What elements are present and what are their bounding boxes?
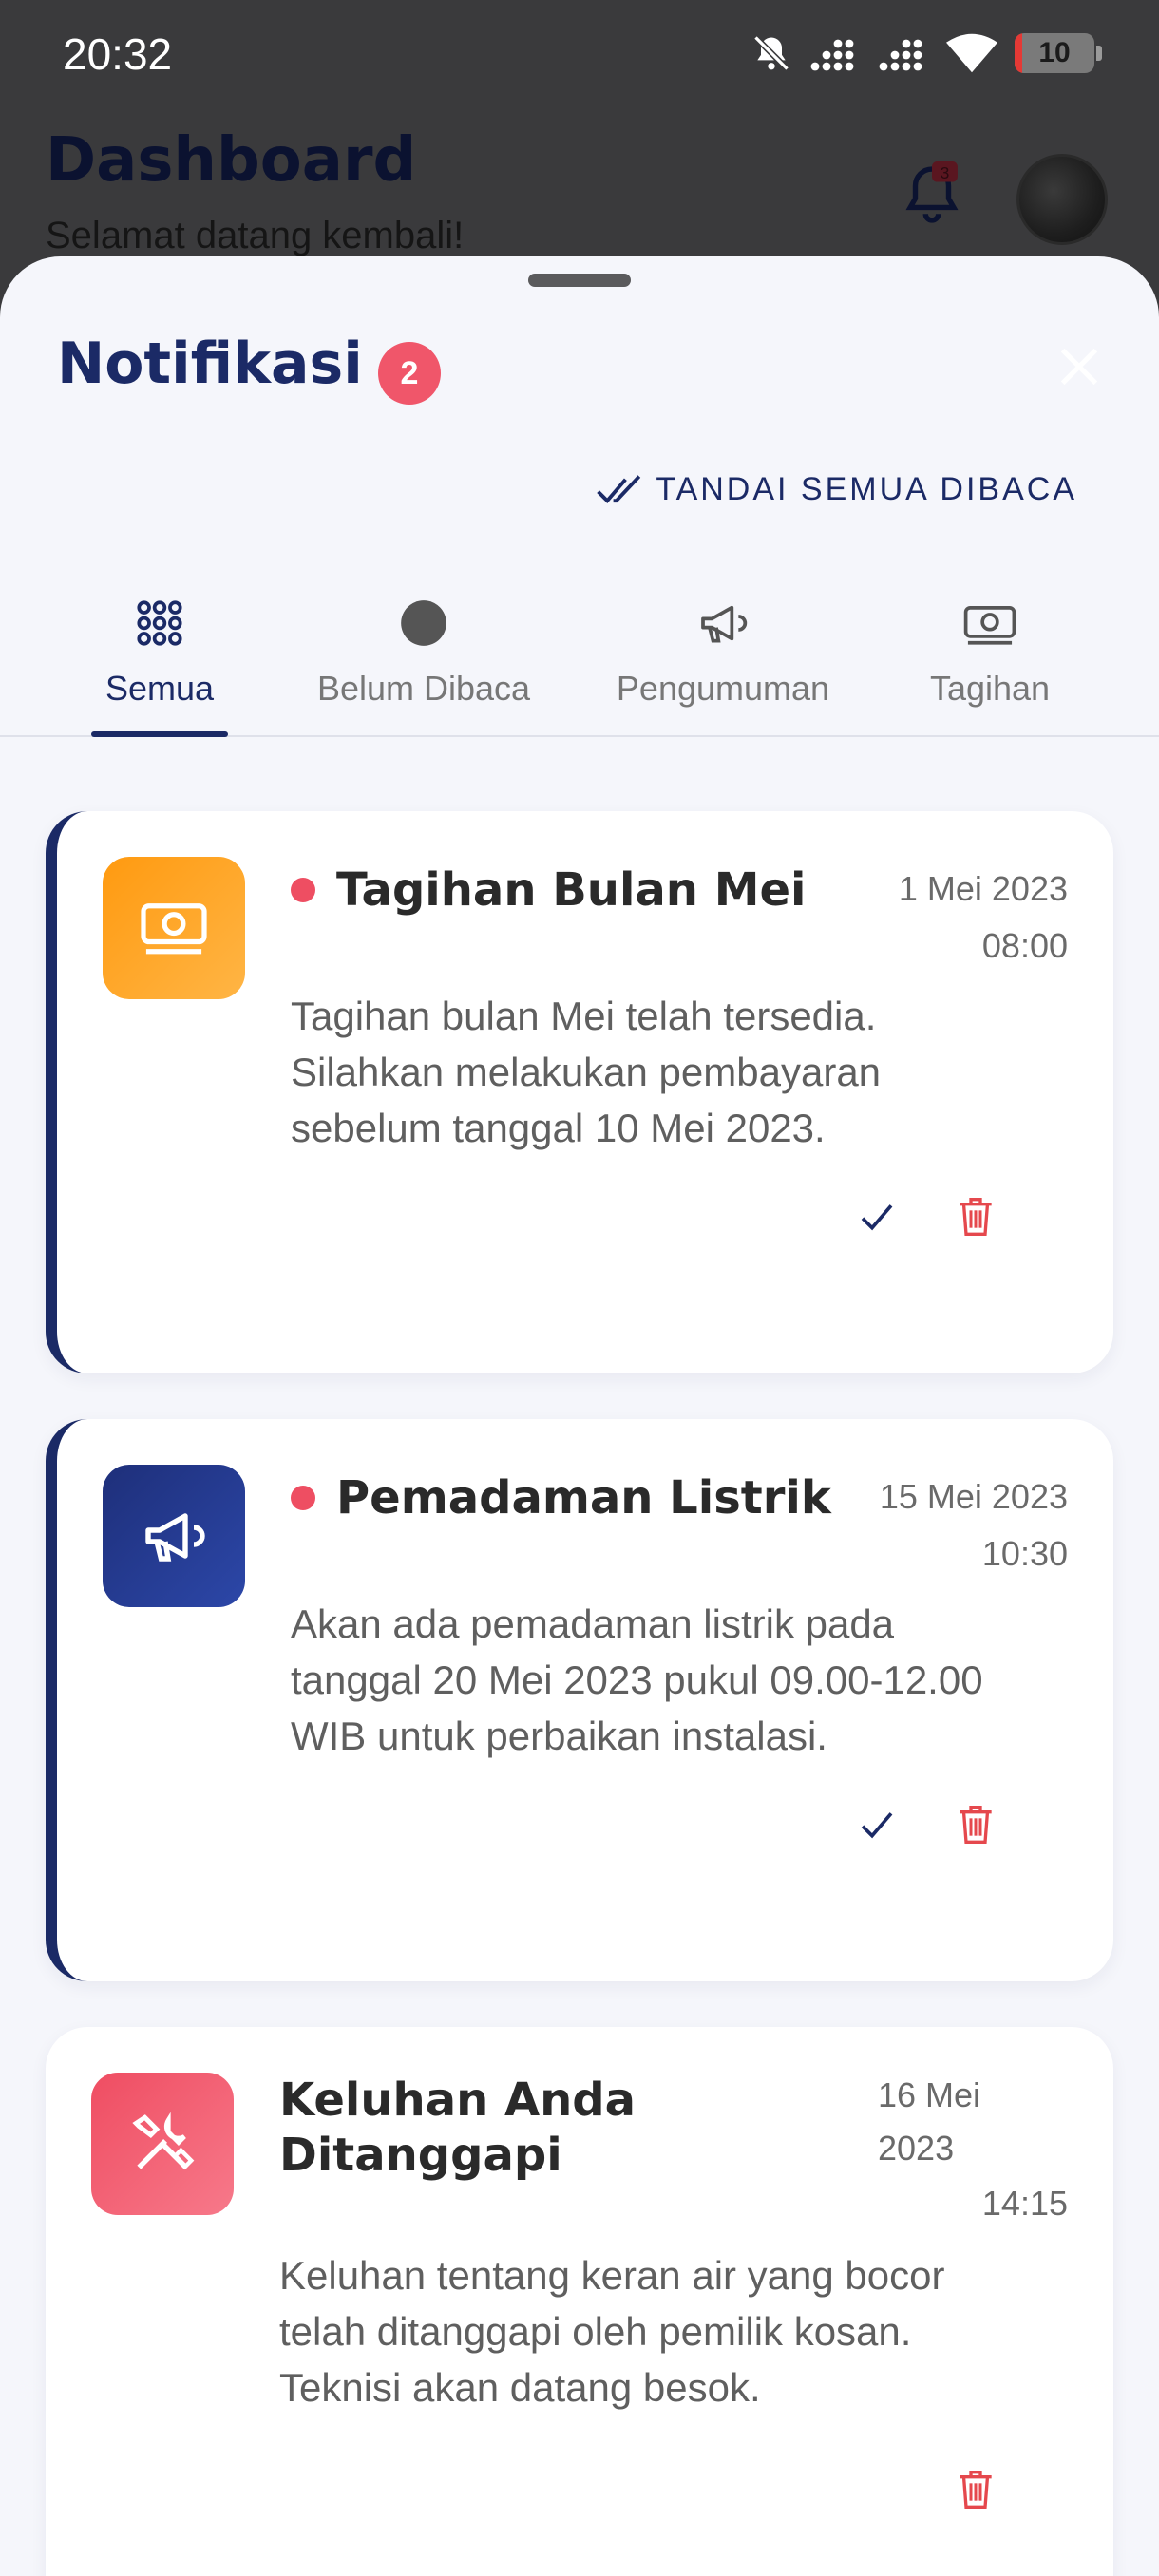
body-line: WIB untuk perbaikan instalasi. (291, 1714, 827, 1758)
trash-icon (960, 1198, 992, 1236)
tab-label: Semua (104, 669, 215, 708)
battery-level: 10 (1038, 37, 1071, 68)
time-text: 10:30 (981, 1534, 1068, 1573)
notification-title: Keluhan Anda Ditanggapi (279, 2073, 636, 2183)
dashboard-title: Dashboard (46, 125, 417, 196)
notification-icon-box (103, 1465, 245, 1607)
notification-body: Akan ada pemadaman listrik pada tanggal … (291, 1596, 983, 1764)
bell-muted-icon (753, 35, 789, 71)
avatar[interactable] (1016, 154, 1108, 245)
dashboard-subtitle: Selamat datang kembali! (46, 215, 465, 256)
megaphone-icon (145, 1513, 205, 1562)
mark-all-read-label: TANDAI SEMUA DIBACA (656, 471, 1077, 507)
body-line: Teknisi akan datang besok. (279, 2365, 761, 2410)
close-button[interactable] (1054, 342, 1104, 391)
notification-title: Tagihan Bulan Mei (336, 863, 807, 917)
notification-sheet: Notifikasi 2 TANDAI SEMUA DIBACA Semua B… (0, 256, 1159, 2576)
battery-cap (1096, 46, 1102, 61)
unread-count-badge: 2 (378, 342, 441, 405)
battery-fill (1015, 33, 1023, 73)
body-line: sebelum tanggal 10 Mei 2023. (291, 1106, 826, 1150)
wifi-icon (946, 33, 998, 73)
date-text: 1 Mei 2023 (898, 869, 1068, 908)
status-time: 20:32 (63, 29, 173, 79)
body-line: Silahkan melakukan pembayaran (291, 1050, 882, 1094)
body-line: telah ditanggapi oleh pemilik kosan. (279, 2309, 912, 2354)
tab-tagihan[interactable]: Tagihan (899, 585, 1081, 737)
battery-indicator: 10 (1015, 33, 1094, 73)
body-line: Akan ada pemadaman listrik pada (291, 1601, 895, 1646)
title-line: Keluhan Anda (279, 2074, 636, 2127)
notification-date: 1 Mei 2023 08:00 (899, 861, 1068, 975)
notification-body: Tagihan bulan Mei telah tersedia. Silahk… (291, 988, 881, 1156)
mark-read-button[interactable] (853, 1193, 901, 1241)
tab-pengumuman[interactable]: Pengumuman (598, 585, 847, 737)
unread-dot (291, 878, 315, 902)
mark-all-read-button[interactable]: TANDAI SEMUA DIBACA (597, 471, 1077, 508)
status-icons: 10 (750, 28, 1102, 78)
title-line: Ditanggapi (279, 2129, 562, 2182)
check-icon (861, 1812, 893, 1839)
megaphone-icon (701, 605, 748, 643)
tab-label: Belum Dibaca (316, 669, 531, 708)
date-text: 15 Mei 2023 (879, 1477, 1068, 1516)
double-check-icon (597, 474, 641, 503)
signal-icon (810, 39, 854, 71)
delete-button[interactable] (952, 2466, 999, 2513)
signal-icon-2 (879, 39, 922, 71)
notification-body: Keluhan tentang keran air yang bocor tel… (279, 2247, 945, 2415)
tab-label: Tagihan (929, 669, 1051, 708)
sheet-title: Notifikasi (57, 331, 363, 397)
tools-icon (132, 2112, 195, 2170)
grid-icon (137, 600, 182, 646)
trash-icon (960, 1806, 992, 1844)
unread-dot (291, 1486, 315, 1510)
tab-label: Pengumuman (616, 669, 830, 708)
time-text: 08:00 (981, 926, 1068, 965)
money-icon (141, 903, 207, 955)
body-line: tanggal 20 Mei 2023 pukul 09.00-12.00 (291, 1657, 983, 1702)
sheet-drag-handle[interactable] (528, 274, 631, 287)
dashboard-bell-icon[interactable]: 3 (901, 161, 963, 228)
notification-icon-box (91, 2073, 234, 2215)
body-line: Tagihan bulan Mei telah tersedia. (291, 994, 877, 1038)
notification-time: 14:15 (981, 2184, 1068, 2223)
mark-read-button[interactable] (853, 1801, 901, 1848)
body-line: Keluhan tentang keran air yang bocor (279, 2253, 945, 2298)
notification-icon-box (103, 857, 245, 999)
close-icon (1060, 348, 1098, 386)
dot-icon (401, 600, 446, 646)
delete-button[interactable] (952, 1193, 999, 1241)
status-bar: 20:32 10 (0, 0, 1159, 106)
notification-card[interactable]: Keluhan Anda Ditanggapi 16 Mei 2023 14:1… (46, 2027, 1113, 2576)
filter-tabs: Semua Belum Dibaca Pengumuman Tagihan (0, 585, 1159, 737)
date-text: 16 Mei (878, 2075, 981, 2114)
delete-button[interactable] (952, 1801, 999, 1848)
tab-belum-dibaca[interactable]: Belum Dibaca (300, 585, 547, 737)
trash-icon (960, 2471, 992, 2509)
notification-card[interactable]: Tagihan Bulan Mei 1 Mei 2023 08:00 Tagih… (46, 811, 1113, 1373)
bell-badge-count: 3 (940, 163, 950, 182)
notification-card[interactable]: Pemadaman Listrik 15 Mei 2023 10:30 Akan… (46, 1419, 1113, 1981)
notification-title: Pemadaman Listrik (336, 1471, 831, 1525)
date-text: 2023 (878, 2129, 955, 2168)
notification-date: 16 Mei 2023 (878, 2069, 980, 2175)
notification-date: 15 Mei 2023 10:30 (880, 1468, 1068, 1582)
tab-semua[interactable]: Semua (65, 585, 255, 737)
active-tab-indicator (91, 731, 228, 737)
money-icon (963, 606, 1016, 645)
check-icon (861, 1204, 893, 1231)
